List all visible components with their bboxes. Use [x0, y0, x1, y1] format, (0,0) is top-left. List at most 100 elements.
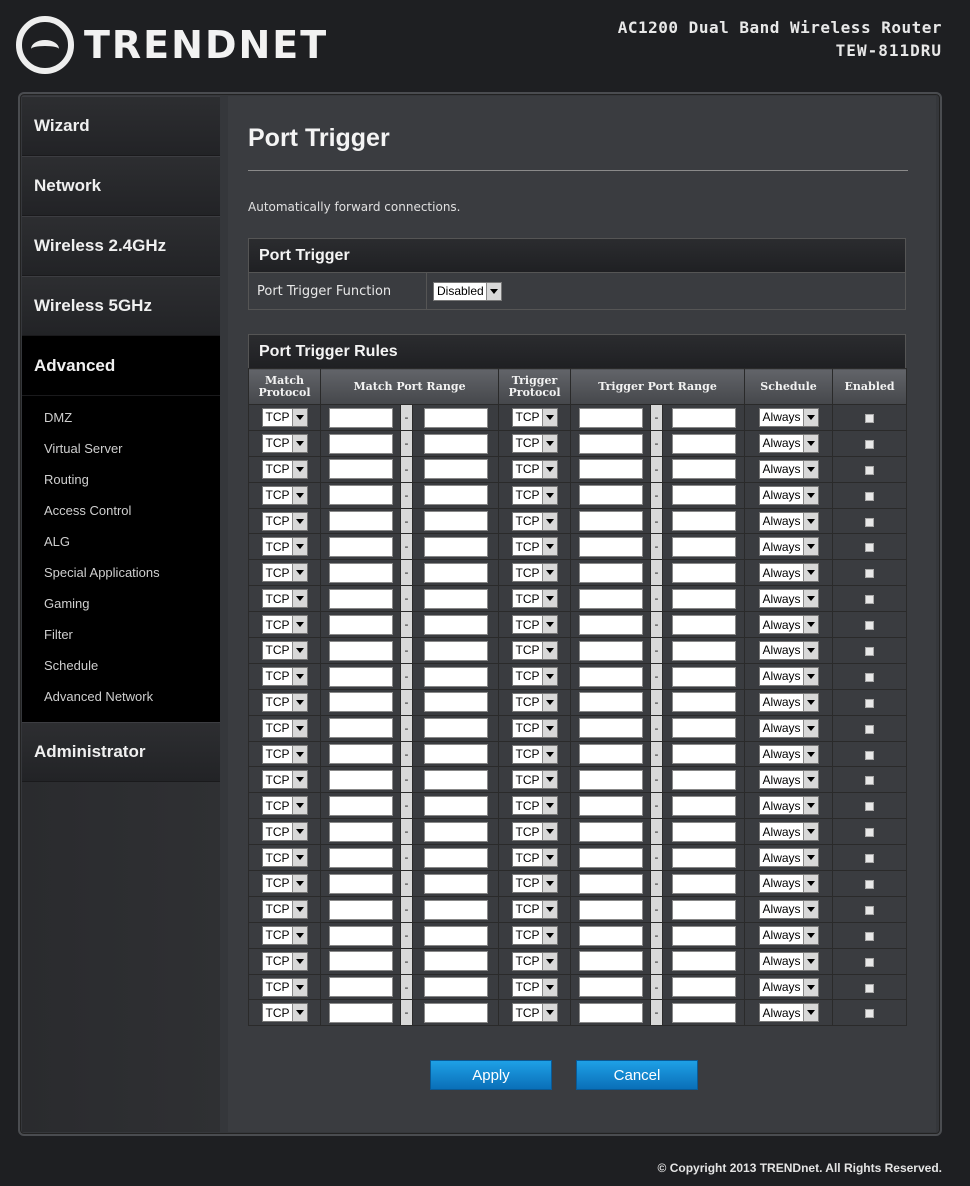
trigger-protocol-select[interactable]: TCP	[511, 511, 558, 531]
chevron-down-icon[interactable]	[291, 460, 307, 478]
schedule-select[interactable]: Always	[758, 718, 819, 738]
submenu-virtual-server[interactable]: Virtual Server	[22, 433, 220, 464]
trigger-protocol-select[interactable]: TCP	[511, 770, 558, 790]
match-port-start-input[interactable]	[328, 588, 393, 609]
schedule-select[interactable]: Always	[758, 899, 819, 919]
submenu-special-applications[interactable]: Special Applications	[22, 557, 220, 588]
match-port-start-input[interactable]	[328, 537, 393, 558]
match-port-end-input[interactable]	[423, 588, 488, 609]
match-protocol-select[interactable]: TCP	[261, 433, 308, 453]
trigger-protocol-select[interactable]: TCP	[511, 459, 558, 479]
schedule-select[interactable]: Always	[758, 511, 819, 531]
trigger-protocol-select[interactable]: TCP	[511, 589, 558, 609]
trigger-port-end-input[interactable]	[671, 485, 736, 506]
chevron-down-icon[interactable]	[802, 408, 818, 426]
enabled-checkbox[interactable]	[865, 646, 875, 656]
chevron-down-icon[interactable]	[541, 667, 557, 685]
schedule-select[interactable]: Always	[758, 848, 819, 868]
trigger-port-end-input[interactable]	[671, 537, 736, 558]
schedule-select[interactable]: Always	[758, 951, 819, 971]
chevron-down-icon[interactable]	[541, 486, 557, 504]
match-protocol-select[interactable]: TCP	[261, 459, 308, 479]
chevron-down-icon[interactable]	[541, 771, 557, 789]
schedule-select[interactable]: Always	[758, 407, 819, 427]
chevron-down-icon[interactable]	[802, 952, 818, 970]
chevron-down-icon[interactable]	[541, 1004, 557, 1022]
trigger-port-start-input[interactable]	[578, 718, 643, 739]
trigger-protocol-select[interactable]: TCP	[511, 537, 558, 557]
schedule-select[interactable]: Always	[758, 537, 819, 557]
trigger-port-end-input[interactable]	[671, 951, 736, 972]
chevron-down-icon[interactable]	[802, 641, 818, 659]
chevron-down-icon[interactable]	[802, 434, 818, 452]
match-port-end-input[interactable]	[423, 692, 488, 713]
trigger-protocol-select[interactable]: TCP	[511, 744, 558, 764]
trigger-protocol-select[interactable]: TCP	[511, 822, 558, 842]
match-port-end-input[interactable]	[423, 977, 488, 998]
enabled-checkbox[interactable]	[865, 569, 875, 579]
trigger-port-end-input[interactable]	[671, 718, 736, 739]
match-protocol-select[interactable]: TCP	[261, 666, 308, 686]
trigger-port-start-input[interactable]	[578, 951, 643, 972]
match-protocol-select[interactable]: TCP	[261, 1003, 308, 1023]
chevron-down-icon[interactable]	[291, 693, 307, 711]
trigger-protocol-select[interactable]: TCP	[511, 407, 558, 427]
match-port-end-input[interactable]	[423, 485, 488, 506]
enabled-checkbox[interactable]	[865, 879, 875, 889]
sidebar-item-network[interactable]: Network	[22, 156, 220, 216]
schedule-select[interactable]: Always	[758, 692, 819, 712]
trigger-port-start-input[interactable]	[578, 563, 643, 584]
enabled-checkbox[interactable]	[865, 828, 875, 838]
chevron-down-icon[interactable]	[802, 900, 818, 918]
chevron-down-icon[interactable]	[802, 693, 818, 711]
match-protocol-select[interactable]: TCP	[261, 951, 308, 971]
chevron-down-icon[interactable]	[802, 564, 818, 582]
match-protocol-select[interactable]: TCP	[261, 537, 308, 557]
match-port-start-input[interactable]	[328, 614, 393, 635]
trigger-port-end-input[interactable]	[671, 744, 736, 765]
trigger-protocol-select[interactable]: TCP	[511, 433, 558, 453]
chevron-down-icon[interactable]	[541, 849, 557, 867]
match-protocol-select[interactable]: TCP	[261, 563, 308, 583]
match-protocol-select[interactable]: TCP	[261, 770, 308, 790]
match-port-end-input[interactable]	[423, 899, 488, 920]
submenu-advanced-network[interactable]: Advanced Network	[22, 681, 220, 712]
chevron-down-icon[interactable]	[802, 460, 818, 478]
enabled-checkbox[interactable]	[865, 698, 875, 708]
chevron-down-icon[interactable]	[802, 771, 818, 789]
match-port-end-input[interactable]	[423, 1003, 488, 1024]
match-protocol-select[interactable]: TCP	[261, 899, 308, 919]
schedule-select[interactable]: Always	[758, 925, 819, 945]
chevron-down-icon[interactable]	[541, 693, 557, 711]
match-port-end-input[interactable]	[423, 951, 488, 972]
schedule-select[interactable]: Always	[758, 796, 819, 816]
chevron-down-icon[interactable]	[802, 849, 818, 867]
match-protocol-select[interactable]: TCP	[261, 977, 308, 997]
schedule-select[interactable]: Always	[758, 615, 819, 635]
schedule-select[interactable]: Always	[758, 1003, 819, 1023]
trigger-port-start-input[interactable]	[578, 537, 643, 558]
match-port-start-input[interactable]	[328, 951, 393, 972]
chevron-down-icon[interactable]	[802, 486, 818, 504]
match-port-end-input[interactable]	[423, 821, 488, 842]
submenu-schedule[interactable]: Schedule	[22, 650, 220, 681]
match-port-start-input[interactable]	[328, 407, 393, 428]
trigger-port-end-input[interactable]	[671, 692, 736, 713]
match-port-end-input[interactable]	[423, 796, 488, 817]
trigger-port-start-input[interactable]	[578, 692, 643, 713]
chevron-down-icon[interactable]	[541, 823, 557, 841]
enabled-checkbox[interactable]	[865, 854, 875, 864]
match-port-start-input[interactable]	[328, 433, 393, 454]
trigger-port-start-input[interactable]	[578, 433, 643, 454]
trigger-protocol-select[interactable]: TCP	[511, 899, 558, 919]
match-port-end-input[interactable]	[423, 640, 488, 661]
match-port-start-input[interactable]	[328, 744, 393, 765]
enabled-checkbox[interactable]	[865, 983, 875, 993]
match-protocol-select[interactable]: TCP	[261, 796, 308, 816]
chevron-down-icon[interactable]	[541, 874, 557, 892]
chevron-down-icon[interactable]	[291, 486, 307, 504]
port-trigger-function-select[interactable]: Disabled	[433, 281, 502, 301]
trigger-port-end-input[interactable]	[671, 511, 736, 532]
enabled-checkbox[interactable]	[865, 439, 875, 449]
match-protocol-select[interactable]: TCP	[261, 692, 308, 712]
